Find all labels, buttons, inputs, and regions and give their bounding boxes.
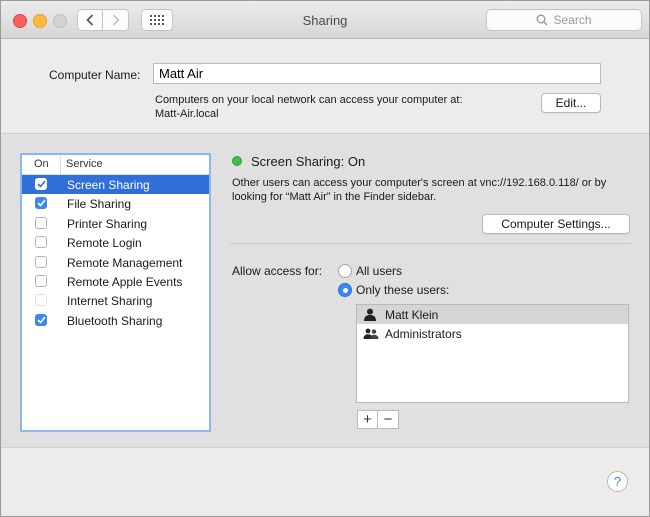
service-row[interactable]: Screen Sharing [22, 175, 209, 195]
checkmark-icon [36, 199, 46, 208]
column-header-on[interactable]: On [34, 158, 49, 170]
search-input[interactable]: Search [486, 9, 642, 31]
user-icon [363, 308, 377, 324]
users-list: Matt Klein Administrators [356, 304, 629, 403]
allow-access-label: Allow access for: [232, 264, 323, 278]
service-checkbox[interactable] [35, 313, 47, 326]
service-name: Screen Sharing [67, 178, 150, 192]
only-these-users-radio[interactable] [338, 283, 352, 297]
all-users-label[interactable]: All users [356, 264, 402, 278]
computer-name-field[interactable] [153, 63, 601, 84]
service-status: Screen Sharing: On [251, 154, 366, 169]
all-users-radio[interactable] [338, 264, 352, 278]
service-checkbox[interactable] [35, 255, 47, 268]
divider [230, 243, 631, 244]
service-list-header: On Service [22, 155, 209, 175]
service-rows: Screen Sharing File Sharing Printer Sharin… [22, 175, 209, 330]
service-name: Remote Login [67, 236, 142, 251]
service-access-info-line: Other users can access your computer's s… [232, 177, 607, 189]
service-row[interactable]: Remote Management [22, 253, 209, 272]
user-row[interactable]: Administrators [357, 324, 628, 343]
service-checkbox[interactable] [35, 274, 47, 287]
service-checkbox[interactable] [35, 178, 47, 190]
user-name: Matt Klein [385, 308, 439, 322]
add-user-button[interactable]: + [357, 410, 378, 429]
service-name: Printer Sharing [67, 216, 148, 231]
computer-address-info-line: Computers on your local network can acce… [155, 94, 463, 106]
only-these-users-label[interactable]: Only these users: [356, 283, 449, 297]
service-access-info-line: looking for “Matt Air” in the Finder sid… [232, 191, 437, 203]
computer-settings-button[interactable]: Computer Settings... [482, 214, 630, 234]
service-row[interactable]: Remote Apple Events [22, 272, 209, 291]
sharing-window: Sharing Search Computer Name: Computers … [0, 0, 650, 517]
service-name: Internet Sharing [67, 294, 153, 309]
edit-button[interactable]: Edit... [541, 93, 601, 113]
sharing-panel: On Service Screen Sharing File Sharing Pri… [1, 133, 649, 448]
column-divider [60, 155, 61, 174]
computer-address-info: Computers on your local network can acce… [155, 93, 463, 121]
title-bar: Sharing Search [1, 1, 649, 39]
service-checkbox[interactable] [35, 294, 47, 307]
computer-local-hostname: Matt-Air.local [155, 108, 219, 120]
service-row[interactable]: Bluetooth Sharing [22, 311, 209, 330]
search-placeholder: Search [553, 13, 592, 27]
service-checkbox[interactable] [35, 197, 47, 210]
service-name: Bluetooth Sharing [67, 313, 163, 328]
service-name: File Sharing [67, 197, 132, 212]
service-checkbox[interactable] [35, 216, 47, 229]
service-name: Remote Apple Events [67, 274, 183, 289]
service-row[interactable]: Internet Sharing [22, 291, 209, 310]
status-indicator-icon [232, 156, 242, 166]
service-list: On Service Screen Sharing File Sharing Pri… [20, 153, 211, 432]
user-name: Administrators [385, 327, 462, 341]
user-row[interactable]: Matt Klein [357, 305, 628, 324]
add-remove-controls: + − [357, 410, 399, 429]
service-access-info: Other users can access your computer's s… [232, 176, 632, 204]
computer-name-label: Computer Name: [49, 68, 141, 82]
service-row[interactable]: Printer Sharing [22, 214, 209, 233]
service-name: Remote Management [67, 255, 183, 270]
group-icon [363, 327, 379, 343]
help-button[interactable]: ? [607, 471, 628, 492]
service-checkbox[interactable] [35, 236, 47, 249]
checkmark-icon [36, 180, 46, 188]
service-row[interactable]: Remote Login [22, 233, 209, 252]
column-header-service[interactable]: Service [66, 158, 103, 170]
service-row[interactable]: File Sharing [22, 194, 209, 213]
search-icon [537, 14, 548, 26]
checkmark-icon [36, 316, 46, 324]
remove-user-button[interactable]: − [378, 410, 399, 429]
